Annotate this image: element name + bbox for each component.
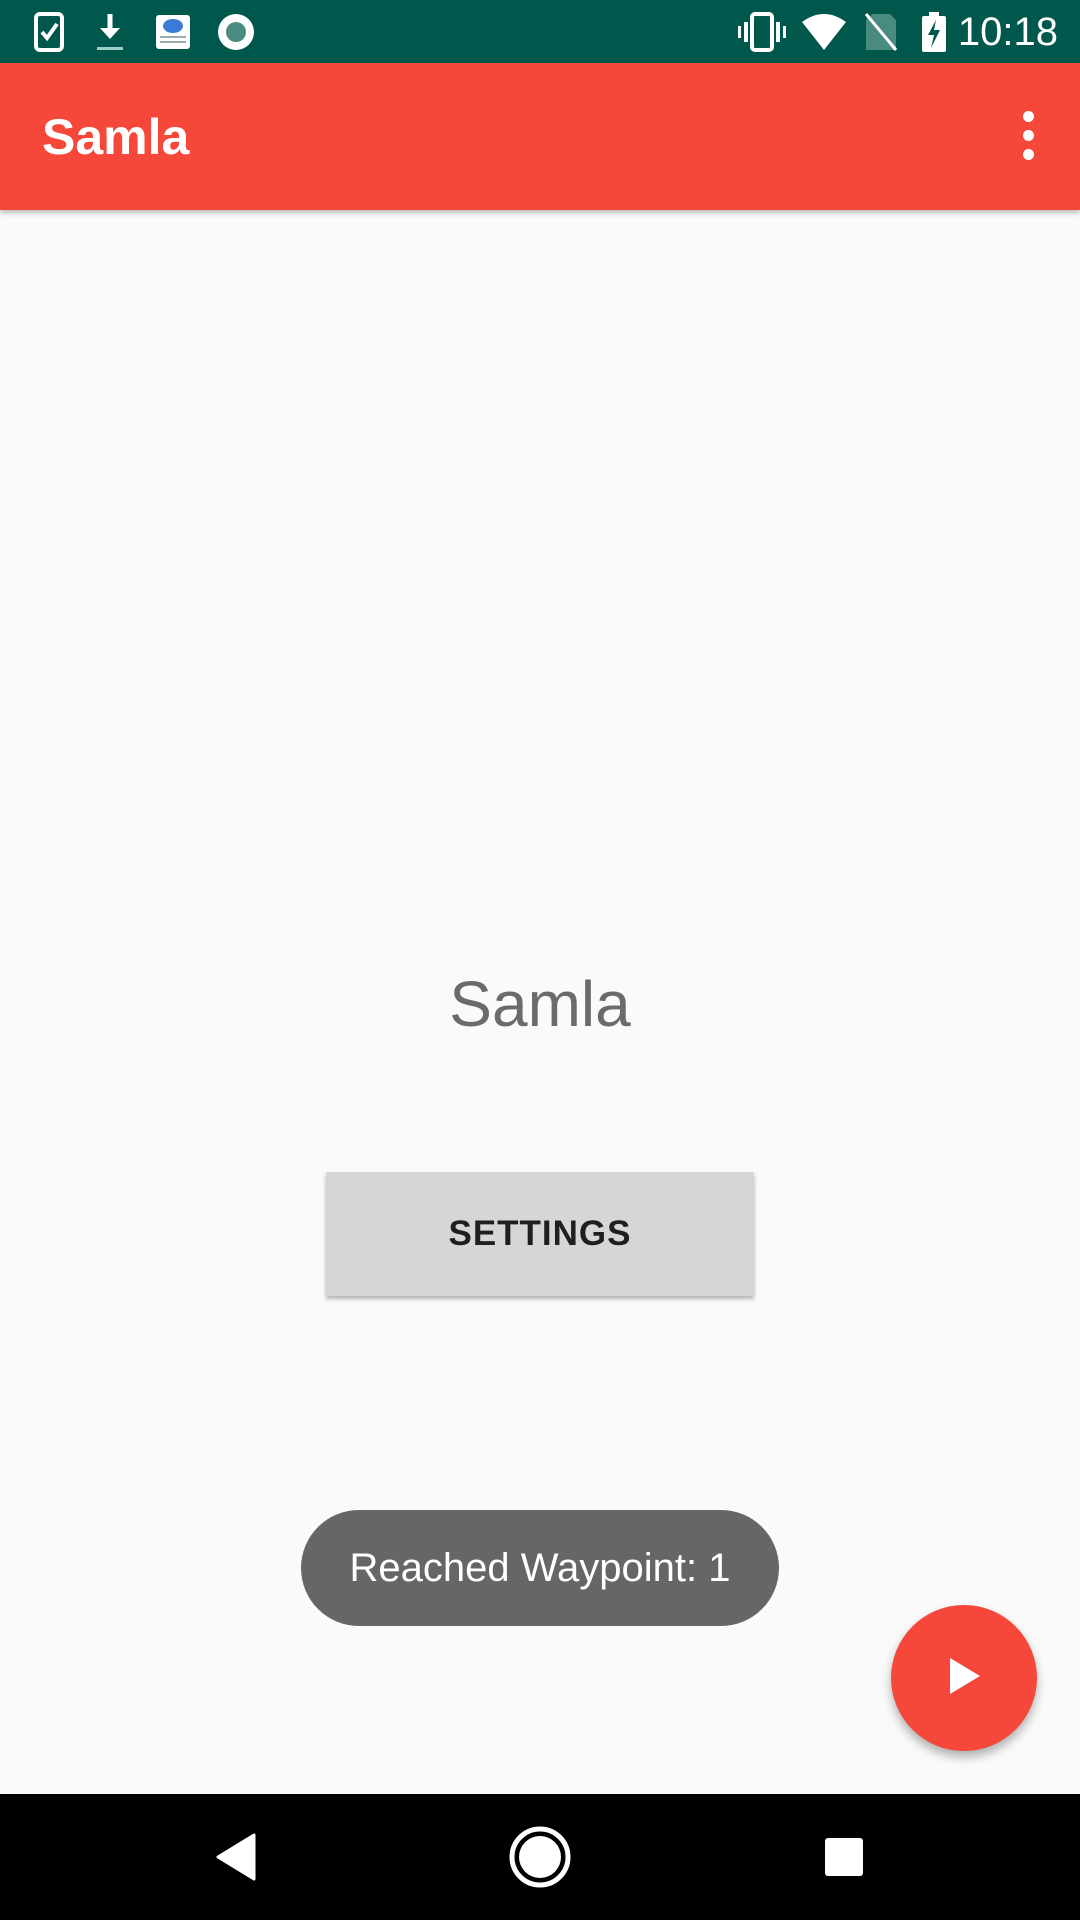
more-vert-icon[interactable]: [1000, 103, 1056, 167]
toast: Reached Waypoint: 1: [301, 1510, 779, 1626]
test-app-icon: [155, 12, 191, 52]
menu-dot: [1022, 129, 1034, 141]
task-check-icon: [34, 12, 64, 52]
settings-button[interactable]: SETTINGS: [326, 1172, 754, 1296]
play-icon: [944, 1654, 984, 1703]
app-bar: Samla: [0, 63, 1080, 210]
battery-charging-icon: [920, 12, 948, 52]
record-icon: [216, 12, 256, 52]
main-title: Samla: [449, 968, 631, 1040]
wifi-icon: [800, 12, 848, 52]
download-icon: [95, 12, 125, 52]
status-time: 10:18: [957, 10, 1058, 54]
back-icon[interactable]: [196, 1817, 276, 1897]
home-icon[interactable]: [500, 1817, 580, 1897]
app-title: Samla: [42, 109, 190, 165]
status-bar: 10:18: [0, 0, 1080, 63]
menu-dot: [1022, 110, 1034, 122]
recents-icon[interactable]: [804, 1817, 884, 1897]
nav-bar: [0, 1794, 1080, 1920]
vibrate-icon: [738, 12, 786, 52]
menu-dot: [1022, 148, 1034, 160]
screen: 10:18 Samla Samla SETTINGS Reached Waypo…: [0, 0, 1080, 1920]
toast-text: Reached Waypoint: 1: [349, 1545, 731, 1590]
play-fab[interactable]: [891, 1605, 1037, 1751]
no-sim-icon: [864, 12, 898, 52]
